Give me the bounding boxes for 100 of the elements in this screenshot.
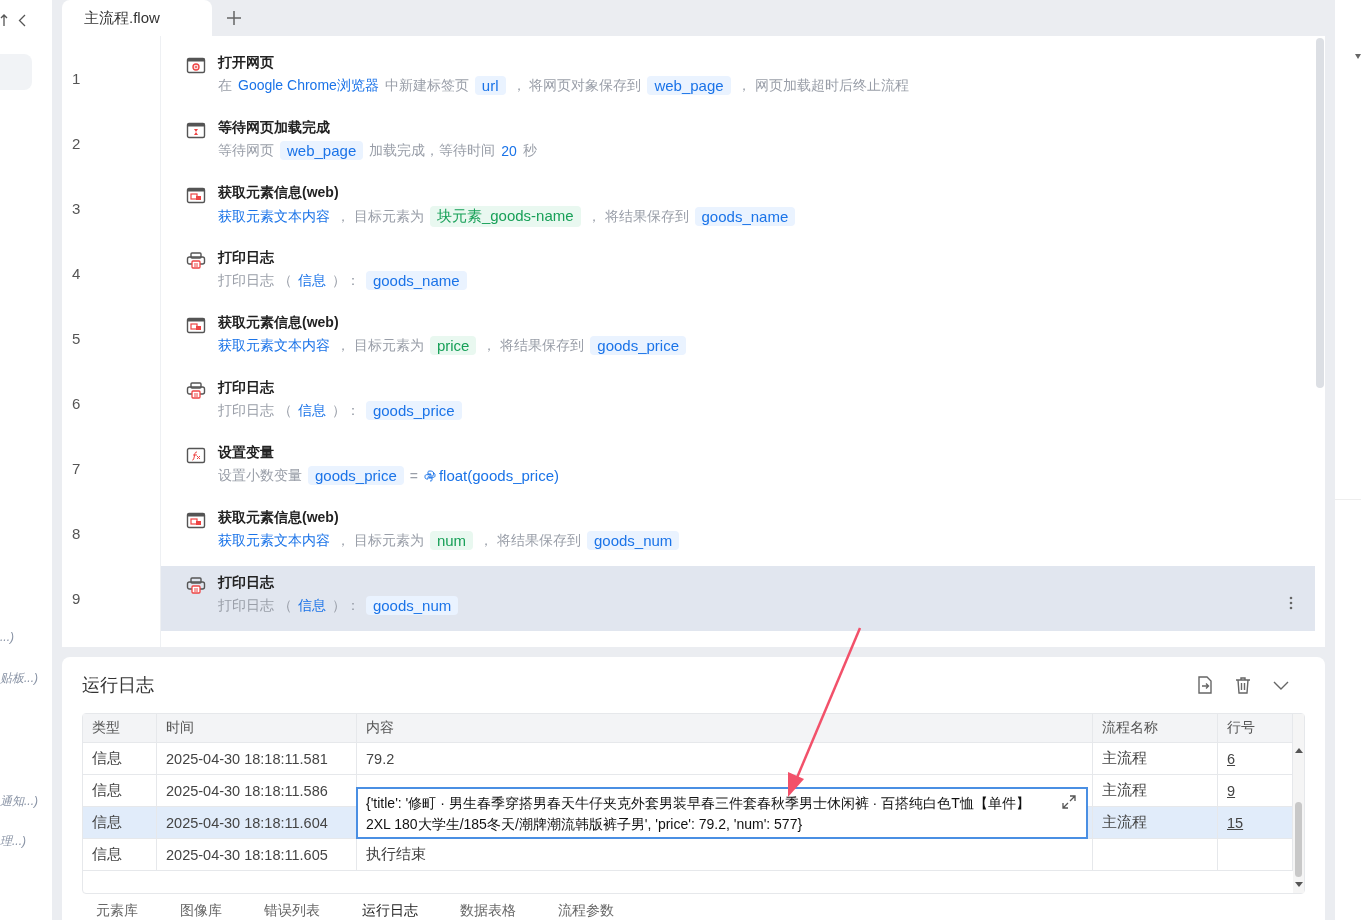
- option-link[interactable]: 信息: [297, 401, 326, 420]
- line-number: 4: [72, 265, 81, 282]
- column-header[interactable]: 流程名称: [1093, 714, 1218, 743]
- line-link[interactable]: 15: [1227, 814, 1244, 831]
- add-tab-icon[interactable]: [224, 10, 244, 26]
- option-link[interactable]: 信息: [297, 271, 326, 290]
- variable-tag[interactable]: url: [474, 76, 506, 95]
- table-cell: 信息: [92, 845, 122, 864]
- scrollbar-thumb[interactable]: [1316, 38, 1324, 388]
- panel-title: 运行日志: [82, 674, 155, 697]
- variable-tag[interactable]: goods_num: [586, 531, 680, 550]
- panel-tab[interactable]: 元素库: [96, 902, 138, 919]
- panel-tab[interactable]: 运行日志: [362, 902, 418, 919]
- python-expression[interactable]: float(goods_price): [438, 467, 559, 484]
- option-link[interactable]: Google Chrome浏览器: [238, 76, 379, 95]
- column-header[interactable]: 时间: [157, 714, 357, 743]
- option-link[interactable]: 获取元素文本内容: [218, 531, 330, 550]
- line-number: 7: [72, 460, 81, 477]
- sidebar-label[interactable]: ...): [0, 630, 52, 650]
- step-title: 设置变量: [218, 444, 274, 462]
- printer-icon: [186, 382, 206, 399]
- scrollbar-thumb[interactable]: [1295, 802, 1302, 877]
- step-text: 中新建标签页: [384, 76, 469, 95]
- flow-step[interactable]: 获取元素信息(web) 获取元素文本内容 ， 目标元素为 块元素_goods-name ， 将结果保存到 goods_name: [161, 176, 1315, 241]
- step-title: 打印日志: [218, 379, 274, 397]
- flow-step[interactable]: 打印日志 打印日志 （ 信息 ）： goods_price: [161, 371, 1315, 436]
- printer-icon: [186, 577, 206, 594]
- step-text: ）：: [331, 596, 360, 615]
- option-link[interactable]: 获取元素文本内容: [218, 336, 330, 355]
- step-title: 打开网页: [218, 54, 274, 72]
- table-cell: 主流程: [1102, 749, 1147, 768]
- hourglass-icon: [186, 122, 206, 139]
- flow-step[interactable]: 获取元素信息(web) 获取元素文本内容 ， 目标元素为 price ， 将结果保存到 goods_price: [161, 306, 1315, 371]
- option-link[interactable]: 信息: [297, 596, 326, 615]
- step-text: 在: [218, 76, 232, 95]
- step-text: 等待网页: [218, 141, 274, 160]
- line-link[interactable]: 6: [1227, 750, 1236, 767]
- variable-tag[interactable]: goods_name: [694, 207, 796, 226]
- table-cell: 主流程: [1102, 813, 1147, 832]
- step-text: ， 目标元素为: [336, 336, 424, 355]
- step-title: 获取元素信息(web): [218, 314, 339, 332]
- scroll-up-icon[interactable]: [1295, 747, 1303, 753]
- sidebar-label[interactable]: 贴板...): [0, 670, 52, 690]
- flow-step[interactable]: 获取元素信息(web) 获取元素文本内容 ， 目标元素为 num ， 将结果保存到 goods_num: [161, 501, 1315, 566]
- element-icon: [186, 187, 206, 204]
- flow-step[interactable]: 打开网页 在 Google Chrome浏览器 中新建标签页 url ， 将网页对象保存到 web_page ， 网页加载超时后终止流程: [161, 46, 1315, 111]
- flow-step[interactable]: 打印日志 打印日志 （ 信息 ）： goods_name: [161, 241, 1315, 306]
- column-header[interactable]: 类型: [83, 714, 157, 743]
- file-tab[interactable]: 主流程.flow: [62, 0, 212, 36]
- line-number: 6: [72, 395, 81, 412]
- element-tag[interactable]: price: [429, 336, 477, 355]
- line-number: 3: [72, 200, 81, 217]
- line-number: 1: [72, 70, 81, 87]
- collapse-icon[interactable]: [18, 13, 26, 27]
- option-link[interactable]: 20: [501, 142, 517, 159]
- panel-tab[interactable]: 图像库: [180, 902, 222, 919]
- flow-step[interactable]: 设置变量 设置小数变量 goods_price = float(goods_price): [161, 436, 1315, 501]
- element-tag[interactable]: 块元素_goods-name: [429, 206, 581, 227]
- printer-icon: [186, 252, 206, 269]
- step-text: 加载完成，等待时间: [369, 141, 496, 160]
- table-cell: 信息: [92, 749, 122, 768]
- step-text: =: [409, 467, 418, 484]
- variable-tag[interactable]: web_page: [280, 141, 364, 160]
- column-header[interactable]: 内容: [357, 714, 1093, 743]
- browser-icon: [186, 57, 206, 74]
- more-icon[interactable]: [1289, 594, 1293, 611]
- element-tag[interactable]: num: [429, 531, 474, 550]
- element-icon: [186, 317, 206, 334]
- variable-tag[interactable]: goods_num: [365, 596, 459, 615]
- sidebar-label[interactable]: 理...): [0, 833, 52, 853]
- sidebar-label[interactable]: 通知...): [0, 793, 52, 813]
- table-cell: 2025-04-30 18:18:11.586: [166, 782, 328, 799]
- variable-tag[interactable]: web_page: [647, 76, 731, 95]
- step-text: 打印日志 （: [218, 401, 292, 420]
- step-title: 打印日志: [218, 574, 274, 592]
- line-link[interactable]: 9: [1227, 782, 1236, 799]
- table-cell: 信息: [92, 781, 122, 800]
- variable-tag[interactable]: goods_name: [365, 271, 467, 290]
- export-icon[interactable]: [1195, 675, 1215, 695]
- option-link[interactable]: 获取元素文本内容: [218, 207, 330, 226]
- column-header[interactable]: 行号: [1218, 714, 1293, 743]
- trash-icon[interactable]: [1233, 675, 1253, 695]
- table-cell: 信息: [92, 813, 122, 832]
- panel-tab[interactable]: 流程参数: [558, 902, 614, 919]
- flow-step[interactable]: 打印日志 打印日志 （ 信息 ）： goods_num: [161, 566, 1315, 631]
- step-text: ）：: [331, 401, 360, 420]
- variable-tag[interactable]: goods_price: [590, 336, 687, 355]
- flow-step[interactable]: 等待网页加载完成 等待网页 web_page 加载完成，等待时间 20 秒: [161, 111, 1315, 176]
- expand-icon[interactable]: [1062, 795, 1076, 809]
- variable-tag[interactable]: goods_price: [365, 401, 462, 420]
- variable-tag[interactable]: goods_price: [308, 466, 404, 485]
- step-text: 打印日志 （: [218, 596, 292, 615]
- step-title: 获取元素信息(web): [218, 509, 339, 527]
- panel-tab[interactable]: 数据表格: [460, 902, 516, 919]
- line-number: 2: [72, 135, 81, 152]
- scroll-down-icon[interactable]: [1295, 882, 1303, 888]
- up-arrow-icon[interactable]: [0, 14, 8, 26]
- panel-tab[interactable]: 错误列表: [264, 902, 320, 919]
- caret-icon[interactable]: [1355, 54, 1361, 59]
- line-number: 9: [72, 590, 81, 607]
